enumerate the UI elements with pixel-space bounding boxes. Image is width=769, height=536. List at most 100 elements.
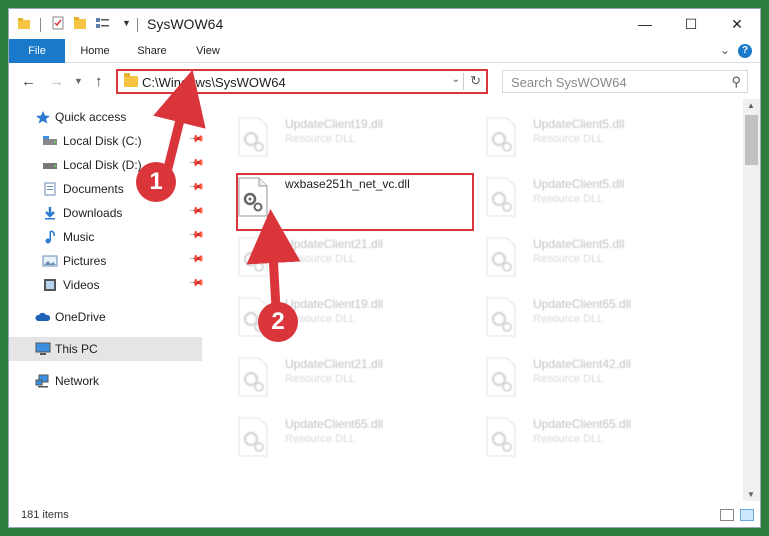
search-icon[interactable]: ⚲ (731, 74, 741, 90)
title-separator (137, 18, 138, 32)
list-item[interactable]: UpdateClient42.dll Resource DLL (473, 349, 713, 405)
maximize-button[interactable]: ☐ (668, 9, 714, 39)
scroll-down-icon[interactable]: ▼ (747, 490, 755, 499)
file-type: Resource DLL (533, 253, 604, 265)
file-list: UpdateClient19.dll Resource DLL wxbase25… (217, 99, 743, 501)
dll-file-icon (486, 177, 516, 217)
help-icon[interactable]: ? (738, 44, 752, 58)
list-item[interactable]: UpdateClient65.dll Resource DLL (473, 289, 713, 345)
music-icon (45, 230, 55, 244)
sidebar-item-label: OneDrive (55, 310, 106, 324)
file-name: UpdateClient21.dll (285, 237, 384, 251)
file-type: Resource DLL (533, 433, 604, 445)
sidebar-item-label: Downloads (63, 206, 123, 220)
sidebar-item-downloads[interactable]: Downloads 📌 (9, 201, 205, 225)
list-item[interactable]: UpdateClient19.dll Resource DLL (225, 109, 465, 165)
tab-view[interactable]: View (189, 39, 227, 63)
back-button[interactable]: ← (21, 73, 36, 90)
step-2-badge: 2 (258, 302, 298, 342)
navigation-bar: ← → ▼ ↑ C:\Windows\SysWOW64 ⌄ ↻ Search S… (9, 63, 760, 99)
dll-file-icon (486, 297, 516, 337)
properties-icon[interactable] (51, 16, 65, 30)
address-path[interactable]: C:\Windows\SysWOW64 (142, 75, 286, 90)
search-box[interactable]: Search SysWOW64 ⚲ (502, 70, 748, 93)
quick-access-separator (40, 18, 41, 32)
file-name: UpdateClient19.dll (285, 297, 384, 311)
large-icons-view-icon[interactable] (740, 509, 754, 521)
file-name: UpdateClient65.dll (533, 417, 632, 431)
forward-button[interactable]: → (49, 73, 64, 90)
list-item[interactable]: UpdateClient5.dll Resource DLL (473, 109, 713, 165)
dll-file-icon (486, 237, 516, 277)
sidebar-item-pictures[interactable]: Pictures 📌 (9, 249, 205, 273)
tab-share[interactable]: Share (129, 39, 175, 63)
sidebar-item-videos[interactable]: Videos 📌 (9, 273, 205, 297)
list-item[interactable]: UpdateClient5.dll Resource DLL (473, 169, 713, 225)
drive-icon (43, 136, 57, 145)
pin-icon[interactable]: 📌 (188, 227, 205, 244)
up-button[interactable]: ↑ (95, 73, 103, 90)
list-item[interactable]: UpdateClient21.dll Resource DLL (225, 229, 465, 285)
file-name: UpdateClient5.dll (533, 177, 625, 191)
computer-icon (35, 342, 51, 355)
sidebar-item-label: Network (55, 374, 100, 388)
file-type: Resource DLL (533, 313, 604, 325)
sidebar-item-music[interactable]: Music 📌 (9, 225, 205, 249)
tab-home[interactable]: Home (71, 39, 119, 63)
scrollbar-thumb[interactable] (745, 115, 758, 165)
vertical-scrollbar[interactable]: ▲ ▼ (743, 99, 760, 501)
sidebar-item-label: Videos (63, 278, 100, 292)
expand-ribbon-chevron-icon[interactable]: ⌄ (720, 43, 730, 57)
file-name: UpdateClient5.dll (533, 237, 625, 251)
search-input[interactable]: Search SysWOW64 (511, 75, 627, 90)
view-layout-icon[interactable] (95, 16, 111, 30)
videos-icon (44, 279, 56, 291)
sidebar-item-this-pc[interactable]: This PC (9, 337, 202, 361)
chevron-down-icon[interactable]: ⌄ (452, 74, 460, 85)
documents-icon (44, 182, 56, 196)
file-name: UpdateClient65.dll (285, 417, 384, 431)
pin-icon[interactable]: 📌 (188, 131, 205, 148)
new-folder-icon[interactable] (73, 16, 87, 30)
file-type: Resource DLL (285, 133, 356, 145)
navigation-pane: Quick access Local Disk (C:) 📌 Local Dis… (9, 99, 206, 501)
sidebar-item-quick-access[interactable]: Quick access (9, 105, 202, 129)
minimize-button[interactable]: — (622, 9, 668, 39)
file-type: Resource DLL (285, 433, 356, 445)
tab-file[interactable]: File (9, 39, 65, 63)
sidebar-item-local-disk-c[interactable]: Local Disk (C:) 📌 (9, 129, 205, 153)
pin-icon[interactable]: 📌 (188, 179, 205, 196)
list-item[interactable]: UpdateClient21.dll Resource DLL (225, 349, 465, 405)
sidebar-item-onedrive[interactable]: OneDrive (9, 305, 202, 329)
sidebar-item-label: Local Disk (D:) (63, 158, 142, 172)
pin-icon[interactable]: 📌 (188, 251, 205, 268)
status-bar: 181 items (9, 501, 760, 527)
folder-icon[interactable] (17, 16, 31, 30)
folder-icon (124, 73, 138, 87)
file-highlight-box (236, 173, 474, 231)
scroll-up-icon[interactable]: ▲ (747, 101, 755, 110)
recent-locations-dropdown[interactable]: ▼ (74, 76, 83, 86)
customize-toolbar-dropdown[interactable]: ▼ (122, 18, 131, 28)
list-item[interactable]: UpdateClient65.dll Resource DLL (225, 409, 465, 465)
dll-file-icon (238, 237, 268, 277)
details-view-icon[interactable] (720, 509, 734, 521)
close-button[interactable]: ✕ (714, 9, 760, 39)
pin-icon[interactable]: 📌 (188, 275, 205, 292)
sidebar-item-network[interactable]: Network (9, 369, 202, 393)
file-name: UpdateClient21.dll (285, 357, 384, 371)
title-bar: ▼ SysWOW64 — ☐ ✕ (9, 9, 760, 39)
pin-icon[interactable]: 📌 (188, 203, 205, 220)
drive-icon (43, 163, 57, 169)
list-item[interactable]: UpdateClient65.dll Resource DLL (473, 409, 713, 465)
file-name: UpdateClient5.dll (533, 117, 625, 131)
file-type: Resource DLL (285, 373, 356, 385)
refresh-icon[interactable]: ↻ (470, 73, 481, 89)
pin-icon[interactable]: 📌 (188, 155, 205, 172)
address-bar[interactable]: C:\Windows\SysWOW64 ⌄ ↻ (116, 69, 488, 94)
list-item[interactable]: UpdateClient5.dll Resource DLL (473, 229, 713, 285)
explorer-window: ▼ SysWOW64 — ☐ ✕ File Home Share View ⌄ … (8, 8, 761, 528)
file-name: UpdateClient65.dll (533, 297, 632, 311)
sidebar-item-label: Music (63, 230, 95, 244)
dll-file-icon (238, 357, 268, 397)
